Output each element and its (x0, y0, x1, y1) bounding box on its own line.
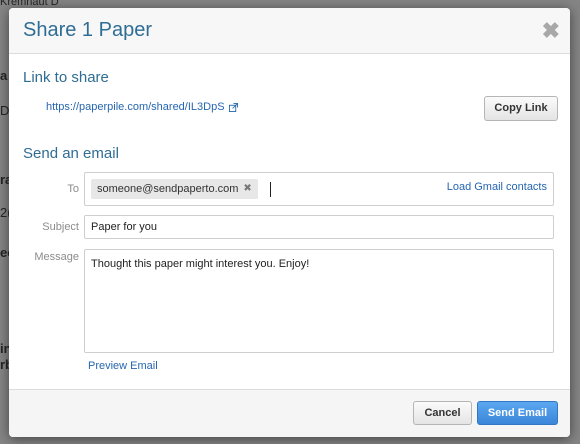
preview-email-link[interactable]: Preview Email (88, 360, 158, 372)
recipient-email: someone@sendpaperto.com (97, 183, 239, 195)
send-email-button[interactable]: Send Email (477, 401, 558, 425)
recipient-chip: someone@sendpaperto.com ✖ (91, 179, 258, 199)
subject-label: Subject (42, 221, 79, 233)
share-url-link[interactable]: https://paperpile.com/shared/IL3DpS (46, 101, 238, 113)
load-gmail-contacts-link[interactable]: Load Gmail contacts (447, 181, 547, 193)
dialog-title: Share 1 Paper (23, 19, 152, 41)
cancel-button[interactable]: Cancel (413, 401, 472, 425)
message-textarea[interactable]: Thought this paper might interest you. E… (84, 249, 554, 353)
share-url-text: https://paperpile.com/shared/IL3DpS (46, 101, 225, 113)
link-section-title: Link to share (23, 69, 109, 86)
remove-recipient-icon[interactable]: ✖ (243, 179, 251, 199)
dialog-header: Share 1 Paper ✖ (9, 8, 570, 54)
external-link-icon (228, 102, 238, 112)
close-icon[interactable]: ✖ (542, 20, 560, 42)
message-label: Message (34, 251, 79, 263)
email-section-title: Send an email (23, 145, 119, 162)
subject-input[interactable]: Paper for you (84, 215, 554, 239)
share-dialog: Share 1 Paper ✖ Link to share https://pa… (9, 8, 570, 437)
copy-link-button[interactable]: Copy Link (484, 96, 558, 121)
dialog-footer: Cancel Send Email (9, 389, 570, 437)
to-label: To (67, 183, 79, 195)
text-cursor (270, 182, 271, 197)
recipients-field[interactable]: someone@sendpaperto.com ✖ Load Gmail con… (84, 172, 554, 206)
